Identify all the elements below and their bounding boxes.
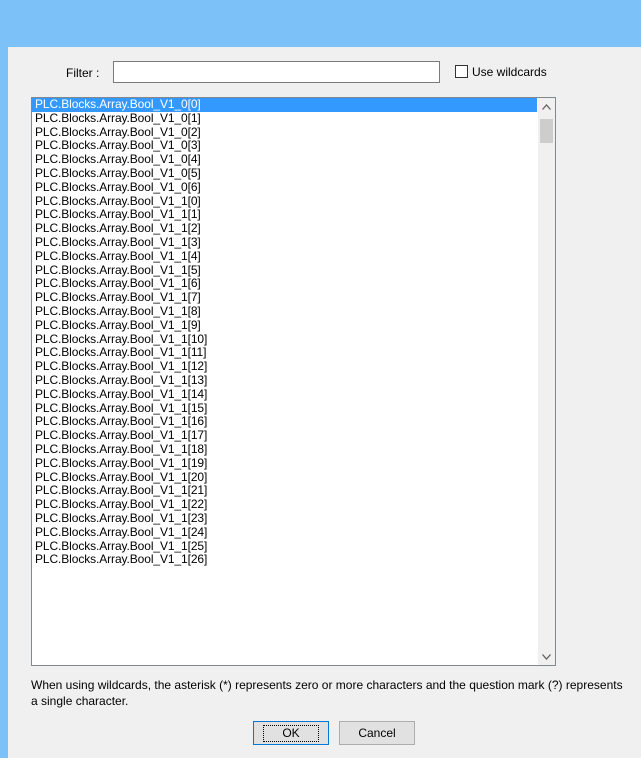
list-item[interactable]: PLC.Blocks.Array.Bool_V1_1[18]	[32, 442, 537, 457]
use-wildcards-label[interactable]: Use wildcards	[472, 65, 547, 79]
list-item[interactable]: PLC.Blocks.Array.Bool_V1_1[15]	[32, 401, 537, 416]
list-item[interactable]: PLC.Blocks.Array.Bool_V1_1[13]	[32, 373, 537, 388]
scroll-thumb[interactable]	[540, 119, 553, 143]
list-item[interactable]: PLC.Blocks.Array.Bool_V1_1[23]	[32, 511, 537, 526]
list-item[interactable]: PLC.Blocks.Array.Bool_V1_1[9]	[32, 318, 537, 333]
list-item[interactable]: PLC.Blocks.Array.Bool_V1_1[16]	[32, 415, 537, 429]
list-item[interactable]: PLC.Blocks.Array.Bool_V1_1[7]	[32, 290, 537, 305]
list-item[interactable]: PLC.Blocks.Array.Bool_V1_1[5]	[32, 263, 537, 278]
list-item[interactable]: PLC.Blocks.Array.Bool_V1_1[8]	[32, 304, 537, 319]
list-item[interactable]: PLC.Blocks.Array.Bool_V1_1[17]	[32, 428, 537, 443]
chevron-up-icon	[542, 103, 551, 110]
list-item[interactable]: PLC.Blocks.Array.Bool_V1_0[0]	[32, 98, 537, 112]
title-bar[interactable]	[0, 0, 641, 47]
list-item[interactable]: PLC.Blocks.Array.Bool_V1_0[3]	[32, 139, 537, 153]
list-item[interactable]: PLC.Blocks.Array.Bool_V1_1[2]	[32, 221, 537, 236]
list-item[interactable]: PLC.Blocks.Array.Bool_V1_1[14]	[32, 387, 537, 402]
vertical-scrollbar[interactable]	[538, 98, 555, 665]
list-item[interactable]: PLC.Blocks.Array.Bool_V1_1[6]	[32, 277, 537, 291]
cancel-button[interactable]: Cancel	[339, 721, 415, 745]
tag-listbox[interactable]: PLC.Blocks.Array.Bool_V1_0[0] PLC.Blocks.…	[31, 97, 556, 666]
list-item[interactable]: PLC.Blocks.Array.Bool_V1_1[1]	[32, 208, 537, 222]
list-item[interactable]: PLC.Blocks.Array.Bool_V1_1[10]	[32, 332, 537, 347]
window-border	[0, 47, 8, 758]
scroll-up-button[interactable]	[538, 98, 555, 115]
tag-list: PLC.Blocks.Array.Bool_V1_0[0] PLC.Blocks.…	[32, 98, 537, 567]
chevron-down-icon	[542, 653, 551, 660]
list-item[interactable]: PLC.Blocks.Array.Bool_V1_1[4]	[32, 249, 537, 264]
list-item[interactable]: PLC.Blocks.Array.Bool_V1_0[6]	[32, 180, 537, 195]
list-item[interactable]: PLC.Blocks.Array.Bool_V1_1[22]	[32, 497, 537, 512]
list-item[interactable]: PLC.Blocks.Array.Bool_V1_0[4]	[32, 152, 537, 167]
list-item[interactable]: PLC.Blocks.Array.Bool_V1_1[20]	[32, 470, 537, 485]
filter-label: Filter :	[66, 66, 100, 80]
list-item[interactable]: PLC.Blocks.Array.Bool_V1_0[1]	[32, 111, 537, 126]
list-item[interactable]: PLC.Blocks.Array.Bool_V1_0[2]	[32, 125, 537, 140]
list-item[interactable]: PLC.Blocks.Array.Bool_V1_0[5]	[32, 166, 537, 181]
ok-button-label: OK	[263, 724, 319, 742]
list-item[interactable]: PLC.Blocks.Array.Bool_V1_1[25]	[32, 539, 537, 554]
scroll-down-button[interactable]	[538, 648, 555, 665]
list-item[interactable]: PLC.Blocks.Array.Bool_V1_1[3]	[32, 235, 537, 250]
filter-input[interactable]	[113, 61, 440, 83]
list-item[interactable]: PLC.Blocks.Array.Bool_V1_1[0]	[32, 194, 537, 209]
list-item[interactable]: PLC.Blocks.Array.Bool_V1_1[11]	[32, 346, 537, 360]
list-item[interactable]: PLC.Blocks.Array.Bool_V1_1[26]	[32, 552, 537, 567]
list-item[interactable]: PLC.Blocks.Array.Bool_V1_1[21]	[32, 484, 537, 498]
list-item[interactable]: PLC.Blocks.Array.Bool_V1_1[24]	[32, 525, 537, 540]
list-item[interactable]: PLC.Blocks.Array.Bool_V1_1[19]	[32, 456, 537, 471]
wildcard-hint-text: When using wildcards, the asterisk (*) r…	[31, 678, 623, 708]
ok-button[interactable]: OK	[253, 721, 329, 745]
use-wildcards-checkbox[interactable]	[455, 65, 468, 78]
list-item[interactable]: PLC.Blocks.Array.Bool_V1_1[12]	[32, 359, 537, 374]
